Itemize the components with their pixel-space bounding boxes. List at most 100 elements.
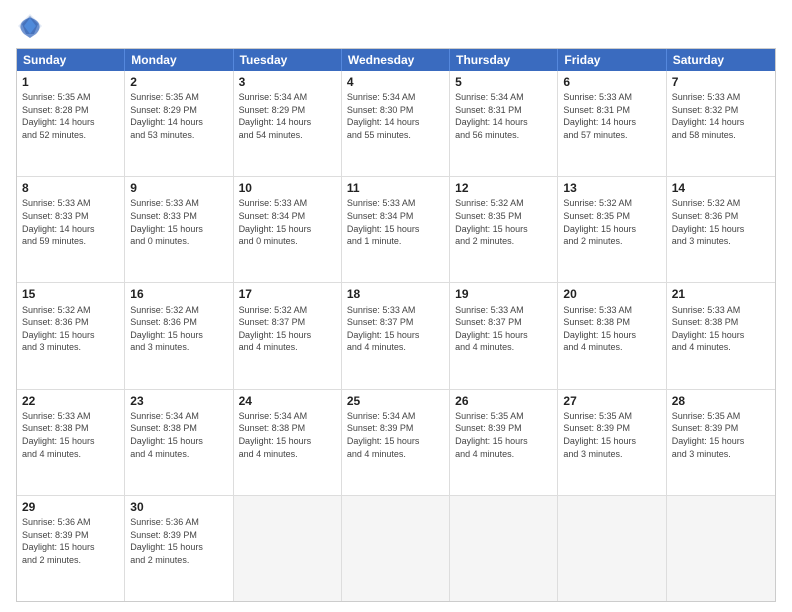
day-number: 25 [347, 393, 444, 409]
header [16, 12, 776, 40]
cal-cell-empty [450, 496, 558, 601]
day-number: 6 [563, 74, 660, 90]
day-number: 24 [239, 393, 336, 409]
day-number: 2 [130, 74, 227, 90]
cal-cell-empty [667, 496, 775, 601]
cal-header-monday: Monday [125, 49, 233, 71]
cell-info: Sunrise: 5:33 AM Sunset: 8:33 PM Dayligh… [22, 197, 119, 247]
cell-info: Sunrise: 5:33 AM Sunset: 8:38 PM Dayligh… [563, 304, 660, 354]
cell-info: Sunrise: 5:33 AM Sunset: 8:38 PM Dayligh… [672, 304, 770, 354]
cal-cell-11: 11Sunrise: 5:33 AM Sunset: 8:34 PM Dayli… [342, 177, 450, 282]
cell-info: Sunrise: 5:32 AM Sunset: 8:37 PM Dayligh… [239, 304, 336, 354]
cal-cell-4: 4Sunrise: 5:34 AM Sunset: 8:30 PM Daylig… [342, 71, 450, 176]
cal-cell-28: 28Sunrise: 5:35 AM Sunset: 8:39 PM Dayli… [667, 390, 775, 495]
day-number: 3 [239, 74, 336, 90]
cell-info: Sunrise: 5:33 AM Sunset: 8:31 PM Dayligh… [563, 91, 660, 141]
cell-info: Sunrise: 5:35 AM Sunset: 8:39 PM Dayligh… [455, 410, 552, 460]
cal-week-1: 1Sunrise: 5:35 AM Sunset: 8:28 PM Daylig… [17, 71, 775, 177]
day-number: 15 [22, 286, 119, 302]
day-number: 17 [239, 286, 336, 302]
cell-info: Sunrise: 5:34 AM Sunset: 8:38 PM Dayligh… [239, 410, 336, 460]
cell-info: Sunrise: 5:34 AM Sunset: 8:39 PM Dayligh… [347, 410, 444, 460]
cal-cell-empty [342, 496, 450, 601]
cal-cell-9: 9Sunrise: 5:33 AM Sunset: 8:33 PM Daylig… [125, 177, 233, 282]
cal-cell-empty [234, 496, 342, 601]
cal-cell-5: 5Sunrise: 5:34 AM Sunset: 8:31 PM Daylig… [450, 71, 558, 176]
cal-cell-24: 24Sunrise: 5:34 AM Sunset: 8:38 PM Dayli… [234, 390, 342, 495]
cal-cell-22: 22Sunrise: 5:33 AM Sunset: 8:38 PM Dayli… [17, 390, 125, 495]
cal-cell-6: 6Sunrise: 5:33 AM Sunset: 8:31 PM Daylig… [558, 71, 666, 176]
day-number: 21 [672, 286, 770, 302]
cal-cell-19: 19 Sunrise: 5:33 AM Sunset: 8:37 PM Dayli… [450, 283, 558, 388]
cal-header-wednesday: Wednesday [342, 49, 450, 71]
day-number: 4 [347, 74, 444, 90]
cal-cell-7: 7Sunrise: 5:33 AM Sunset: 8:32 PM Daylig… [667, 71, 775, 176]
day-number: 29 [22, 499, 119, 515]
cal-header-thursday: Thursday [450, 49, 558, 71]
cal-cell-26: 26Sunrise: 5:35 AM Sunset: 8:39 PM Dayli… [450, 390, 558, 495]
cal-header-sunday: Sunday [17, 49, 125, 71]
cell-info: Sunrise: 5:35 AM Sunset: 8:39 PM Dayligh… [672, 410, 770, 460]
calendar: SundayMondayTuesdayWednesdayThursdayFrid… [16, 48, 776, 602]
cell-info: Sunrise: 5:36 AM Sunset: 8:39 PM Dayligh… [130, 516, 227, 566]
cal-week-5: 29Sunrise: 5:36 AM Sunset: 8:39 PM Dayli… [17, 496, 775, 601]
cell-info: Sunrise: 5:34 AM Sunset: 8:31 PM Dayligh… [455, 91, 552, 141]
cal-cell-23: 23Sunrise: 5:34 AM Sunset: 8:38 PM Dayli… [125, 390, 233, 495]
day-number: 16 [130, 286, 227, 302]
calendar-header-row: SundayMondayTuesdayWednesdayThursdayFrid… [17, 49, 775, 71]
cell-info: Sunrise: 5:32 AM Sunset: 8:35 PM Dayligh… [455, 197, 552, 247]
cell-info: Sunrise: 5:32 AM Sunset: 8:35 PM Dayligh… [563, 197, 660, 247]
day-number: 19 [455, 286, 552, 302]
cell-info: Sunrise: 5:32 AM Sunset: 8:36 PM Dayligh… [130, 304, 227, 354]
cal-cell-20: 20 Sunrise: 5:33 AM Sunset: 8:38 PM Dayli… [558, 283, 666, 388]
cell-info: Sunrise: 5:36 AM Sunset: 8:39 PM Dayligh… [22, 516, 119, 566]
day-number: 7 [672, 74, 770, 90]
day-number: 14 [672, 180, 770, 196]
cal-header-saturday: Saturday [667, 49, 775, 71]
cal-cell-27: 27Sunrise: 5:35 AM Sunset: 8:39 PM Dayli… [558, 390, 666, 495]
day-number: 20 [563, 286, 660, 302]
cell-info: Sunrise: 5:32 AM Sunset: 8:36 PM Dayligh… [22, 304, 119, 354]
day-number: 26 [455, 393, 552, 409]
cell-info: Sunrise: 5:35 AM Sunset: 8:28 PM Dayligh… [22, 91, 119, 141]
cal-cell-15: 15 Sunrise: 5:32 AM Sunset: 8:36 PM Dayli… [17, 283, 125, 388]
cal-cell-8: 8Sunrise: 5:33 AM Sunset: 8:33 PM Daylig… [17, 177, 125, 282]
cal-cell-10: 10Sunrise: 5:33 AM Sunset: 8:34 PM Dayli… [234, 177, 342, 282]
day-number: 12 [455, 180, 552, 196]
cal-week-3: 15 Sunrise: 5:32 AM Sunset: 8:36 PM Dayli… [17, 283, 775, 389]
cell-info: Sunrise: 5:32 AM Sunset: 8:36 PM Dayligh… [672, 197, 770, 247]
day-number: 11 [347, 180, 444, 196]
day-number: 30 [130, 499, 227, 515]
logo [16, 12, 48, 40]
day-number: 8 [22, 180, 119, 196]
cal-cell-14: 14Sunrise: 5:32 AM Sunset: 8:36 PM Dayli… [667, 177, 775, 282]
day-number: 22 [22, 393, 119, 409]
cell-info: Sunrise: 5:34 AM Sunset: 8:29 PM Dayligh… [239, 91, 336, 141]
page: SundayMondayTuesdayWednesdayThursdayFrid… [0, 0, 792, 612]
cell-info: Sunrise: 5:34 AM Sunset: 8:30 PM Dayligh… [347, 91, 444, 141]
cal-cell-13: 13Sunrise: 5:32 AM Sunset: 8:35 PM Dayli… [558, 177, 666, 282]
day-number: 18 [347, 286, 444, 302]
day-number: 9 [130, 180, 227, 196]
day-number: 13 [563, 180, 660, 196]
day-number: 28 [672, 393, 770, 409]
cal-cell-18: 18 Sunrise: 5:33 AM Sunset: 8:37 PM Dayli… [342, 283, 450, 388]
cal-cell-30: 30Sunrise: 5:36 AM Sunset: 8:39 PM Dayli… [125, 496, 233, 601]
cell-info: Sunrise: 5:33 AM Sunset: 8:38 PM Dayligh… [22, 410, 119, 460]
cell-info: Sunrise: 5:34 AM Sunset: 8:38 PM Dayligh… [130, 410, 227, 460]
cell-info: Sunrise: 5:33 AM Sunset: 8:37 PM Dayligh… [455, 304, 552, 354]
day-number: 10 [239, 180, 336, 196]
cell-info: Sunrise: 5:33 AM Sunset: 8:37 PM Dayligh… [347, 304, 444, 354]
cell-info: Sunrise: 5:33 AM Sunset: 8:32 PM Dayligh… [672, 91, 770, 141]
cal-cell-empty [558, 496, 666, 601]
cal-cell-25: 25Sunrise: 5:34 AM Sunset: 8:39 PM Dayli… [342, 390, 450, 495]
cal-cell-3: 3Sunrise: 5:34 AM Sunset: 8:29 PM Daylig… [234, 71, 342, 176]
cal-week-2: 8Sunrise: 5:33 AM Sunset: 8:33 PM Daylig… [17, 177, 775, 283]
cell-info: Sunrise: 5:33 AM Sunset: 8:34 PM Dayligh… [239, 197, 336, 247]
day-number: 1 [22, 74, 119, 90]
cell-info: Sunrise: 5:35 AM Sunset: 8:29 PM Dayligh… [130, 91, 227, 141]
logo-icon [16, 12, 44, 40]
day-number: 5 [455, 74, 552, 90]
cal-cell-16: 16 Sunrise: 5:32 AM Sunset: 8:36 PM Dayli… [125, 283, 233, 388]
day-number: 23 [130, 393, 227, 409]
